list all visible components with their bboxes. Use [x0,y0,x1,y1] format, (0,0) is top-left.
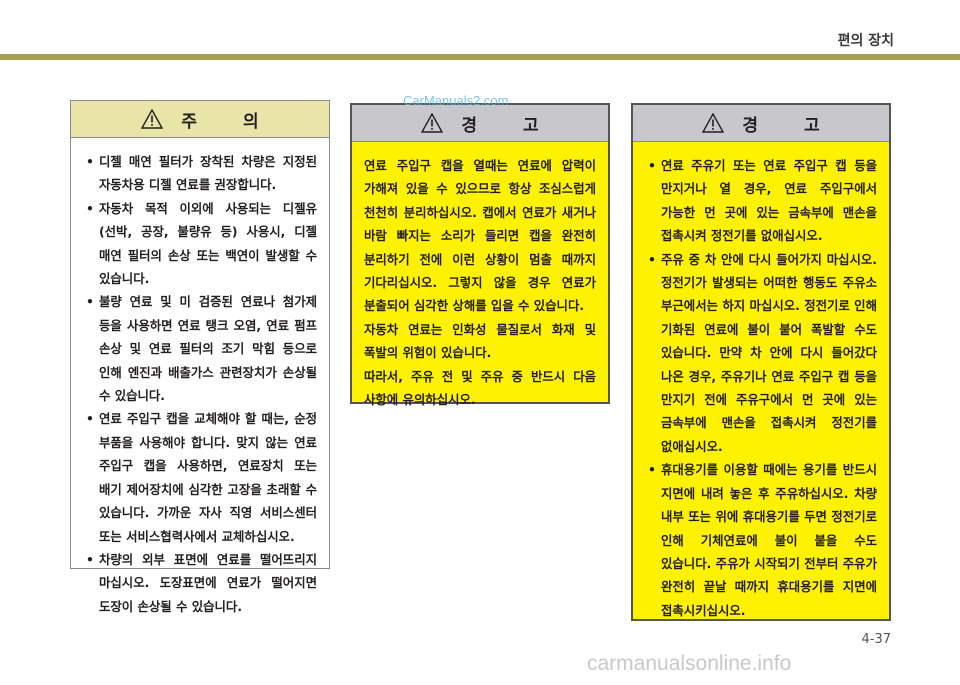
caution-body: 디젤 매연 필터가 장착된 차량은 지정된 자동차용 디젤 연료를 권장합니다.… [71,138,329,618]
warning-body: 연료 주유기 또는 연료 주입구 캡 등을 만지거나 열 경우, 연료 주입구에… [633,142,889,622]
page-number: 4-37 [861,632,891,647]
watermark-bottom: carmanualsonline.info [587,652,792,675]
warning-paragraph: 따라서, 주유 전 및 주유 중 반드시 다음 사항에 유의하십시오. [364,368,596,408]
warning-title: 경 고 [742,115,840,136]
caution-title: 주 의 [181,111,279,132]
warning-item: 연료 주유기 또는 연료 주입구 캡 등을 만지거나 열 경우, 연료 주입구에… [645,154,877,248]
caution-item: 디젤 매연 필터가 장착된 차량은 지정된 자동차용 디젤 연료를 권장합니다. [83,150,317,197]
watermark-top: CarManuals2.com [403,93,509,108]
caution-item: 자동차 목적 이외에 사용되는 디젤유(선박, 공장, 불량유 등) 사용시, … [83,197,317,291]
warning-triangle-icon [141,109,164,129]
section-title: 편의 장치 [837,33,894,49]
warning-item: 휴대용기를 이용할 때에는 용기를 반드시 지면에 내려 놓은 후 주유하십시오… [645,458,877,622]
warning-triangle-icon [421,113,444,133]
caution-item: 불량 연료 및 미 검증된 연료나 첨가제 등을 사용하면 연료 탱크 오염, … [83,290,317,407]
caution-item: 연료 주입구 캡을 교체해야 할 때는, 순정 부품을 사용해야 합니다. 맞지… [83,407,317,547]
caution-item: 차량의 외부 표면에 연료를 떨어뜨리지 마십시오. 도장표면에 연료가 떨어지… [83,548,317,618]
warning-header: 경 고 [352,105,608,142]
warning-box-fuel-cap: 경 고 연료 주입구 캡을 열때는 연료에 압력이 가해져 있을 수 있으므로 … [350,103,610,407]
warning-header: 경 고 [633,105,889,142]
caution-header: 주 의 [71,101,329,138]
header-rule [0,54,960,60]
warning-title: 경 고 [461,115,559,136]
caution-box: 주 의 디젤 매연 필터가 장착된 차량은 지정된 자동차용 디젤 연료를 권장… [70,100,330,614]
warning-paragraph: 자동차 연료는 인화성 물질로서 화재 및 폭발의 위험이 있습니다. [364,321,596,361]
warning-triangle-icon [702,113,725,133]
warning-box-refueling: 경 고 연료 주유기 또는 연료 주입구 캡 등을 만지거나 열 경우, 연료 … [631,103,891,621]
warning-paragraph: 연료 주입구 캡을 열때는 연료에 압력이 가해져 있을 수 있으므로 항상 조… [364,158,596,314]
warning-body: 연료 주입구 캡을 열때는 연료에 압력이 가해져 있을 수 있으므로 항상 조… [352,142,608,411]
warning-item: 주유 중 차 안에 다시 들어가지 마십시오. 정전기가 발생되는 어떠한 행동… [645,248,877,459]
